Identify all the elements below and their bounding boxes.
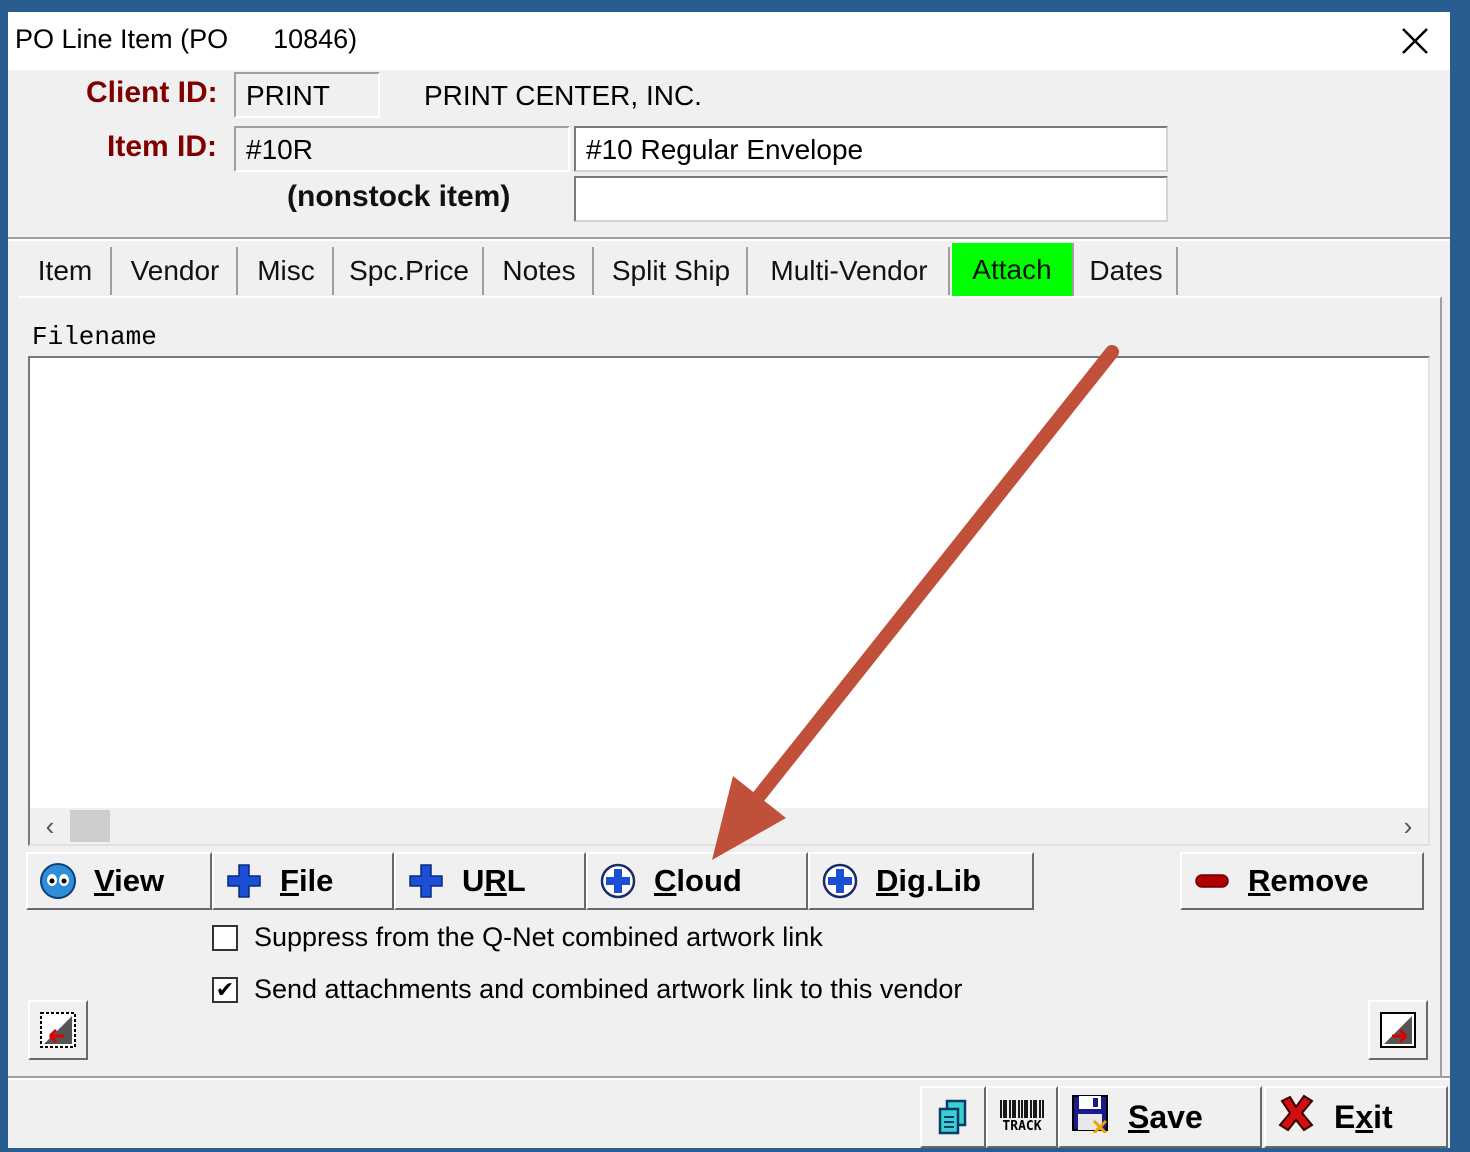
close-button[interactable] bbox=[1380, 12, 1450, 70]
track-button[interactable]: TRACK bbox=[986, 1086, 1058, 1148]
copy-pages-icon bbox=[938, 1099, 967, 1135]
tab-multi-vendor[interactable]: Multi-Vendor bbox=[750, 247, 950, 295]
filename-column-header[interactable]: Filename bbox=[32, 322, 157, 352]
tab-attach[interactable]: Attach bbox=[952, 243, 1074, 297]
suppress-checkbox[interactable] bbox=[212, 924, 238, 951]
item-id-label: Item ID: bbox=[107, 130, 218, 163]
track-label: TRACK bbox=[1002, 1119, 1042, 1134]
tab-item[interactable]: Item bbox=[20, 247, 112, 295]
minus-icon bbox=[1190, 859, 1234, 903]
po-line-item-dialog: PO Line Item (PO 10846) Client ID: PRINT… bbox=[8, 12, 1450, 1148]
horizontal-scrollbar[interactable]: ‹ › bbox=[30, 808, 1428, 844]
previous-button[interactable] bbox=[28, 1000, 88, 1060]
tab-vendor[interactable]: Vendor bbox=[114, 247, 238, 295]
scroll-right-icon[interactable]: › bbox=[1390, 808, 1426, 844]
circled-plus-icon bbox=[818, 859, 862, 903]
next-button[interactable] bbox=[1368, 1000, 1428, 1060]
item-id-field[interactable]: #10R bbox=[234, 126, 570, 172]
plus-icon bbox=[222, 859, 266, 903]
tab-notes[interactable]: Notes bbox=[486, 247, 594, 295]
add-cloud-button[interactable]: Cloud bbox=[586, 852, 808, 910]
tab-split-ship[interactable]: Split Ship bbox=[596, 247, 748, 295]
save-button[interactable]: Save bbox=[1058, 1086, 1262, 1148]
client-name: PRINT CENTER, INC. bbox=[424, 80, 702, 111]
save-floppy-icon bbox=[1070, 1093, 1110, 1141]
window-title: PO Line Item (PO 10846) bbox=[15, 24, 358, 54]
view-eyes-icon bbox=[36, 859, 80, 903]
scroll-thumb[interactable] bbox=[70, 810, 110, 842]
close-icon bbox=[1402, 28, 1428, 54]
copy-button[interactable] bbox=[920, 1086, 986, 1148]
scroll-left-icon[interactable]: ‹ bbox=[32, 808, 68, 844]
attachments-list[interactable]: ‹ › bbox=[28, 356, 1430, 846]
bottom-separator bbox=[8, 1076, 1450, 1080]
view-button[interactable]: View bbox=[26, 852, 212, 910]
tab-spc-price[interactable]: Spc.Price bbox=[336, 247, 484, 295]
plus-icon bbox=[404, 859, 448, 903]
nonstock-item-label: (nonstock item) bbox=[287, 180, 511, 213]
title-bar: PO Line Item (PO 10846) bbox=[8, 12, 1450, 70]
remove-button[interactable]: Remove bbox=[1180, 852, 1424, 910]
suppress-label: Suppress from the Q-Net combined artwork… bbox=[254, 922, 823, 952]
barcode-icon bbox=[1000, 1100, 1044, 1118]
add-file-button[interactable]: File bbox=[212, 852, 394, 910]
add-url-button[interactable]: URL bbox=[394, 852, 586, 910]
circled-plus-icon bbox=[596, 859, 640, 903]
client-id-label: Client ID: bbox=[86, 76, 218, 109]
tab-misc[interactable]: Misc bbox=[240, 247, 334, 295]
exit-button[interactable]: Exit bbox=[1264, 1086, 1448, 1148]
send-attachments-checkbox[interactable]: ✔ bbox=[212, 976, 238, 1003]
previous-icon bbox=[40, 1012, 76, 1048]
client-id-field[interactable]: PRINT bbox=[234, 72, 380, 118]
item-description-field[interactable]: #10 Regular Envelope bbox=[574, 126, 1168, 172]
next-icon bbox=[1380, 1012, 1416, 1048]
exit-x-icon bbox=[1276, 1093, 1316, 1141]
tab-dates[interactable]: Dates bbox=[1076, 247, 1178, 295]
suppress-checkbox-row[interactable]: Suppress from the Q-Net combined artwork… bbox=[212, 922, 823, 953]
send-attachments-label: Send attachments and combined artwork li… bbox=[254, 974, 963, 1004]
add-diglib-button[interactable]: Dig.Lib bbox=[808, 852, 1034, 910]
nonstock-item-field[interactable] bbox=[574, 176, 1168, 222]
send-attachments-checkbox-row[interactable]: ✔ Send attachments and combined artwork … bbox=[212, 974, 962, 1005]
tabs-separator bbox=[8, 237, 1450, 241]
